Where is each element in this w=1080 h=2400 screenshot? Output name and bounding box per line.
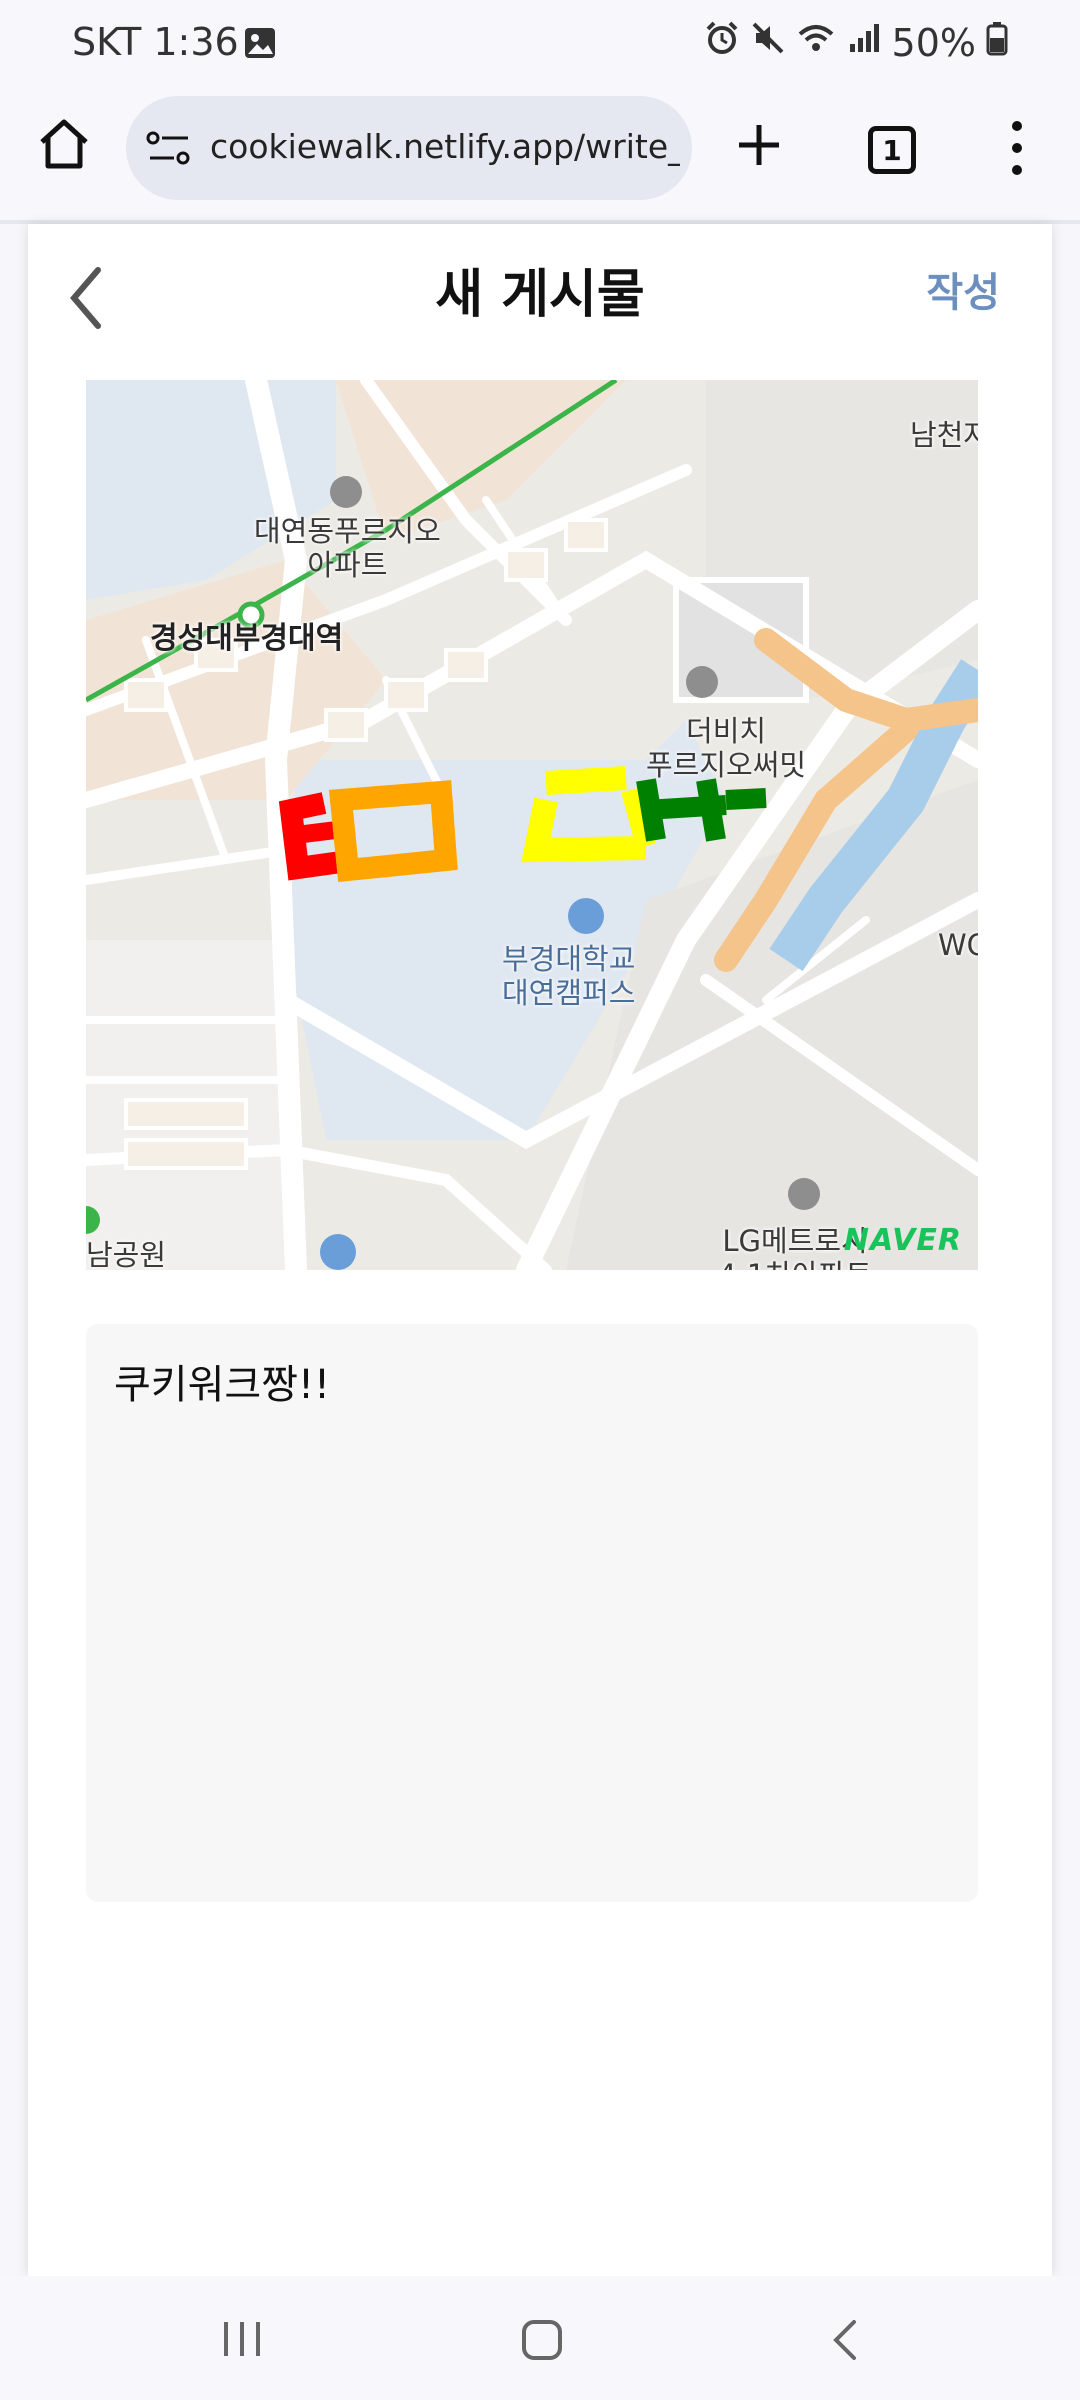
tab-count-button[interactable]: 1 [868,126,916,174]
mute-icon [750,20,786,65]
map-label-station: 경성대부경대역 [150,621,344,656]
status-time: SKT 1:36 [72,20,239,64]
post-content-text: 쿠키워크짱!! [114,1362,331,1408]
photo-icon [243,26,277,64]
post-content-textarea[interactable]: 쿠키워크짱!! [86,1324,978,1902]
tab-count: 1 [882,133,902,167]
wifi-icon [796,20,836,65]
back-icon[interactable] [830,2318,860,2366]
naver-logo: NAVER [843,1223,962,1258]
map-view[interactable]: 대연동푸르지오 아파트 경성대부경대역 더비치 푸르지오써밋 부경대학교 대연캠… [86,380,978,1270]
battery-percent: 50% [891,20,976,65]
map-label-park: 남공원 [86,1238,167,1270]
alarm-icon [704,20,740,65]
url-text[interactable]: cookiewalk.netlify.app/write_gr [210,127,680,166]
more-menu-icon[interactable] [1005,118,1029,178]
browser-home-button[interactable] [36,116,92,172]
browser-toolbar: cookiewalk.netlify.app/write_gr 1 [0,88,1080,220]
app-page: 새 게시물 작성 대연동푸르지오 아파트 경성대부경대역 더비치 푸르지오써밋 … [28,224,1052,2276]
new-tab-button[interactable] [735,121,783,169]
battery-icon [986,20,1008,65]
map-label-apartment: 대연동푸르지오 아파트 [254,514,441,582]
map-label-namcheon: 남천자 [910,418,978,452]
url-bar[interactable]: cookiewalk.netlify.app/write_gr [126,96,692,200]
site-settings-icon[interactable] [146,130,192,170]
status-icons: 50% [704,20,1008,65]
map-label-campus: 부경대학교 대연캠퍼스 [502,942,636,1010]
map-label-thebichi: 더비치 푸르지오써밋 [646,714,807,782]
map-canvas [86,380,978,1270]
system-nav-bar [0,2276,1080,2400]
map-label-wo: WO [938,928,978,962]
home-icon[interactable] [522,2320,562,2364]
signal-icon [846,20,882,65]
page-title: 새 게시물 [435,265,645,325]
recents-icon[interactable] [222,2320,262,2362]
submit-button[interactable]: 작성 [926,260,1000,318]
status-bar: SKT 1:36 50% [0,0,1080,88]
